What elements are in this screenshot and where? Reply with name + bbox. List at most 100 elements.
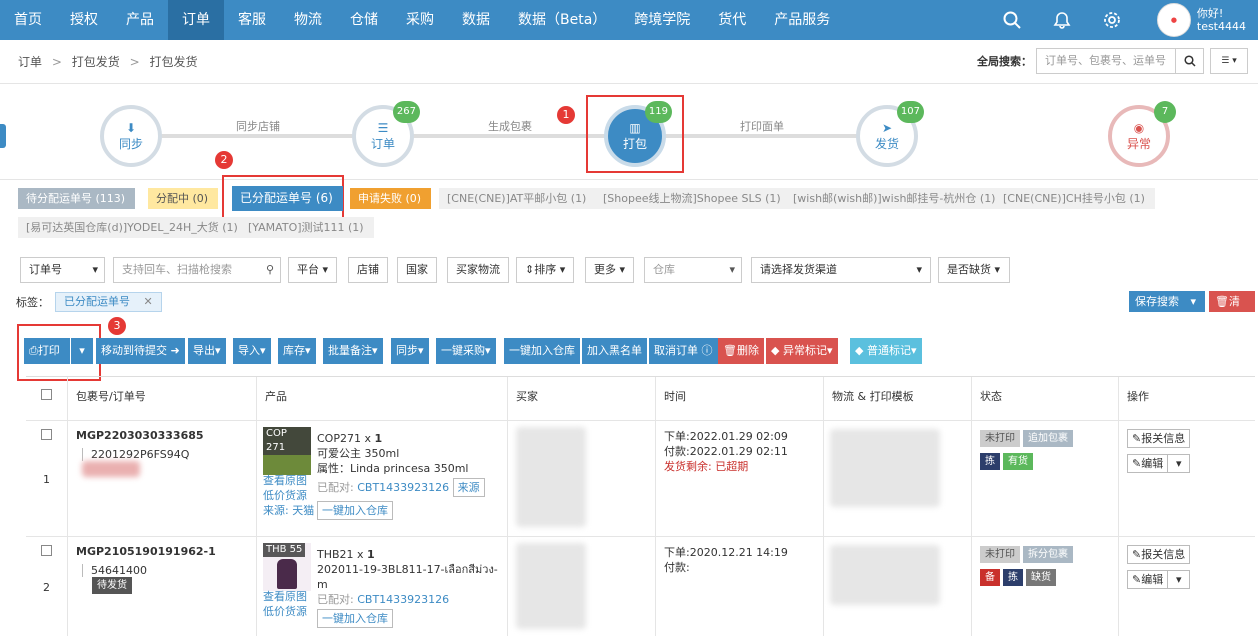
header-logistics: 物流 & 打印模板: [824, 377, 972, 421]
chip-channel[interactable]: [CNE(CNE)]CH挂号小包 (1): [995, 188, 1155, 209]
warehouse-select[interactable]: 仓库 ▾: [644, 257, 742, 283]
sync-dropdown[interactable]: 同步▾: [391, 338, 429, 364]
batch-note-dropdown[interactable]: 批量备注▾: [323, 338, 383, 364]
search-input[interactable]: 支持回车、扫描枪搜索 ⚲: [113, 257, 281, 283]
blacklist-button[interactable]: 加入黑名单: [582, 338, 647, 364]
chip-assigned[interactable]: 已分配运单号 (6): [232, 186, 343, 211]
select-all-checkbox[interactable]: [41, 389, 52, 400]
chip-channel[interactable]: [CNE(CNE)]AT平邮小包 (1): [439, 188, 597, 209]
step-label: 订单: [370, 136, 395, 151]
add-warehouse-button[interactable]: 一键加入仓库: [317, 501, 393, 520]
edit-dropdown[interactable]: ▾: [1168, 454, 1191, 473]
add-to-warehouse-button[interactable]: 一键加入仓库: [504, 338, 580, 364]
stock-dropdown[interactable]: 库存▾: [278, 338, 316, 364]
batch-note-label: 批量备注: [328, 344, 372, 357]
nav-item-data-beta[interactable]: 数据（Beta）: [504, 0, 620, 40]
product-image[interactable]: THB 55: [263, 543, 311, 591]
country-button[interactable]: 国家: [397, 257, 437, 283]
side-handle[interactable]: [0, 124, 6, 148]
edit-dropdown[interactable]: ▾: [1168, 570, 1191, 589]
paired-code[interactable]: CBT1433923126: [357, 481, 449, 494]
source-text[interactable]: 来源: 天猫: [263, 503, 314, 518]
save-search-button[interactable]: 保存搜索 ▾: [1129, 291, 1205, 312]
normal-mark-dropdown[interactable]: ◆ 普通标记▾: [850, 338, 922, 364]
search-icon[interactable]: [987, 11, 1037, 29]
print-dropdown[interactable]: ▾: [71, 338, 93, 364]
package-no[interactable]: MGP2203030333685: [76, 429, 256, 442]
order-no[interactable]: 54641400: [82, 564, 256, 577]
order-no[interactable]: 2201292P6FS94Q: [82, 448, 256, 461]
store-button[interactable]: 店铺: [348, 257, 388, 283]
nav-item-auth[interactable]: 授权: [56, 0, 112, 40]
abnormal-mark-dropdown[interactable]: ◆ 异常标记▾: [766, 338, 838, 364]
edit-button[interactable]: ✎编辑: [1127, 454, 1169, 473]
step-sync[interactable]: ⬇ 同步: [100, 105, 162, 167]
view-image-link[interactable]: 查看原图: [263, 473, 314, 488]
view-image-link[interactable]: 查看原图: [263, 589, 307, 604]
platform-dropdown[interactable]: 平台 ▾: [288, 257, 338, 283]
purchase-dropdown[interactable]: 一键采购▾: [436, 338, 496, 364]
chip-assigning[interactable]: 分配中 (0): [148, 188, 219, 209]
channel-select[interactable]: 请选择发货渠道 ▾: [751, 257, 931, 283]
delete-button[interactable]: 🗑删除: [718, 338, 764, 364]
source-button[interactable]: 来源: [452, 478, 485, 497]
breadcrumb-item-pack[interactable]: 打包发货: [72, 55, 120, 69]
user-info[interactable]: 你好! test4444: [1197, 7, 1246, 33]
paired-code[interactable]: CBT1433923126: [357, 593, 449, 606]
customs-info-button[interactable]: ✎报关信息: [1127, 429, 1191, 448]
nav-item-warehouse[interactable]: 仓储: [336, 0, 392, 40]
nav-item-order[interactable]: 订单: [168, 0, 224, 40]
nav-item-forwarder[interactable]: 货代: [704, 0, 760, 40]
bell-icon[interactable]: [1037, 11, 1087, 29]
list-view-dropdown[interactable]: ☰ ▾: [1210, 48, 1248, 74]
step-ship[interactable]: 107 ➤ 发货: [856, 101, 924, 167]
nav-item-product[interactable]: 产品: [112, 0, 168, 40]
customs-info-button[interactable]: ✎报关信息: [1127, 545, 1191, 564]
close-icon[interactable]: ✕: [144, 295, 153, 308]
chip-channel[interactable]: [Shopee线上物流]Shopee SLS (1): [595, 188, 791, 209]
global-search-input[interactable]: 订单号、包裹号、运单号: [1036, 48, 1176, 74]
active-tag[interactable]: 已分配运单号 ✕: [55, 292, 162, 312]
avatar[interactable]: ●: [1156, 3, 1191, 37]
product-image[interactable]: COP 271: [263, 427, 311, 475]
package-no[interactable]: MGP2105190191962-1: [76, 545, 256, 558]
row-select-cell: 1: [26, 421, 68, 536]
nav-item-data[interactable]: 数据: [448, 0, 504, 40]
low-price-link[interactable]: 低价货源: [263, 488, 314, 503]
breadcrumb-item-order[interactable]: 订单: [18, 55, 42, 69]
more-dropdown[interactable]: 更多 ▾: [585, 257, 635, 283]
print-button[interactable]: ⎙打印: [24, 338, 70, 364]
chip-unassigned[interactable]: 待分配运单号 (113): [18, 188, 136, 209]
header-buyer: 买家: [508, 377, 656, 421]
chip-failed[interactable]: 申请失败 (0): [350, 188, 432, 209]
nav-item-product-service[interactable]: 产品服务: [760, 0, 844, 40]
low-price-link[interactable]: 低价货源: [263, 604, 307, 619]
import-dropdown[interactable]: 导入▾: [233, 338, 271, 364]
clear-button[interactable]: 🗑清空: [1209, 291, 1255, 329]
export-dropdown[interactable]: 导出▾: [188, 338, 226, 364]
gear-icon[interactable]: [1087, 11, 1137, 29]
shortage-dropdown[interactable]: 是否缺货 ▾: [938, 257, 1010, 283]
row-checkbox[interactable]: [41, 545, 52, 556]
nav-item-home[interactable]: 首页: [0, 0, 56, 40]
buyer-logistics-button[interactable]: 买家物流: [447, 257, 509, 283]
chip-channel[interactable]: [易可达英国仓库(d)]YODEL_24H_大货 (1): [18, 217, 248, 238]
order-no-select[interactable]: 订单号 ▾: [20, 257, 105, 283]
status-cell: 未打印 追加包裹 拣有货: [972, 421, 1119, 536]
nav-item-purchase[interactable]: 采购: [392, 0, 448, 40]
nav-item-academy[interactable]: 跨境学院: [620, 0, 704, 40]
row-checkbox[interactable]: [41, 429, 52, 440]
username: test4444: [1196, 20, 1246, 33]
nav-item-logistics[interactable]: 物流: [280, 0, 336, 40]
add-warehouse-button[interactable]: 一键加入仓库: [317, 609, 393, 628]
chip-channel[interactable]: [wish邮(wish邮)]wish邮挂号-杭州仓 (1): [785, 188, 1006, 209]
chip-channel[interactable]: [YAMATO]测试111 (1): [240, 217, 374, 238]
sort-dropdown[interactable]: ⇕排序 ▾: [516, 257, 575, 283]
move-to-pending-button[interactable]: 移动到待提交 ➜: [96, 338, 185, 364]
cancel-order-button[interactable]: 取消订单 ⓘ: [649, 338, 718, 364]
global-search-button[interactable]: [1176, 48, 1204, 74]
nav-item-service[interactable]: 客服: [224, 0, 280, 40]
edit-button[interactable]: ✎编辑: [1127, 570, 1169, 589]
step-order[interactable]: 267 ☰ 订单: [352, 101, 420, 167]
step-abnormal[interactable]: 7 ◉ 异常: [1108, 101, 1176, 167]
